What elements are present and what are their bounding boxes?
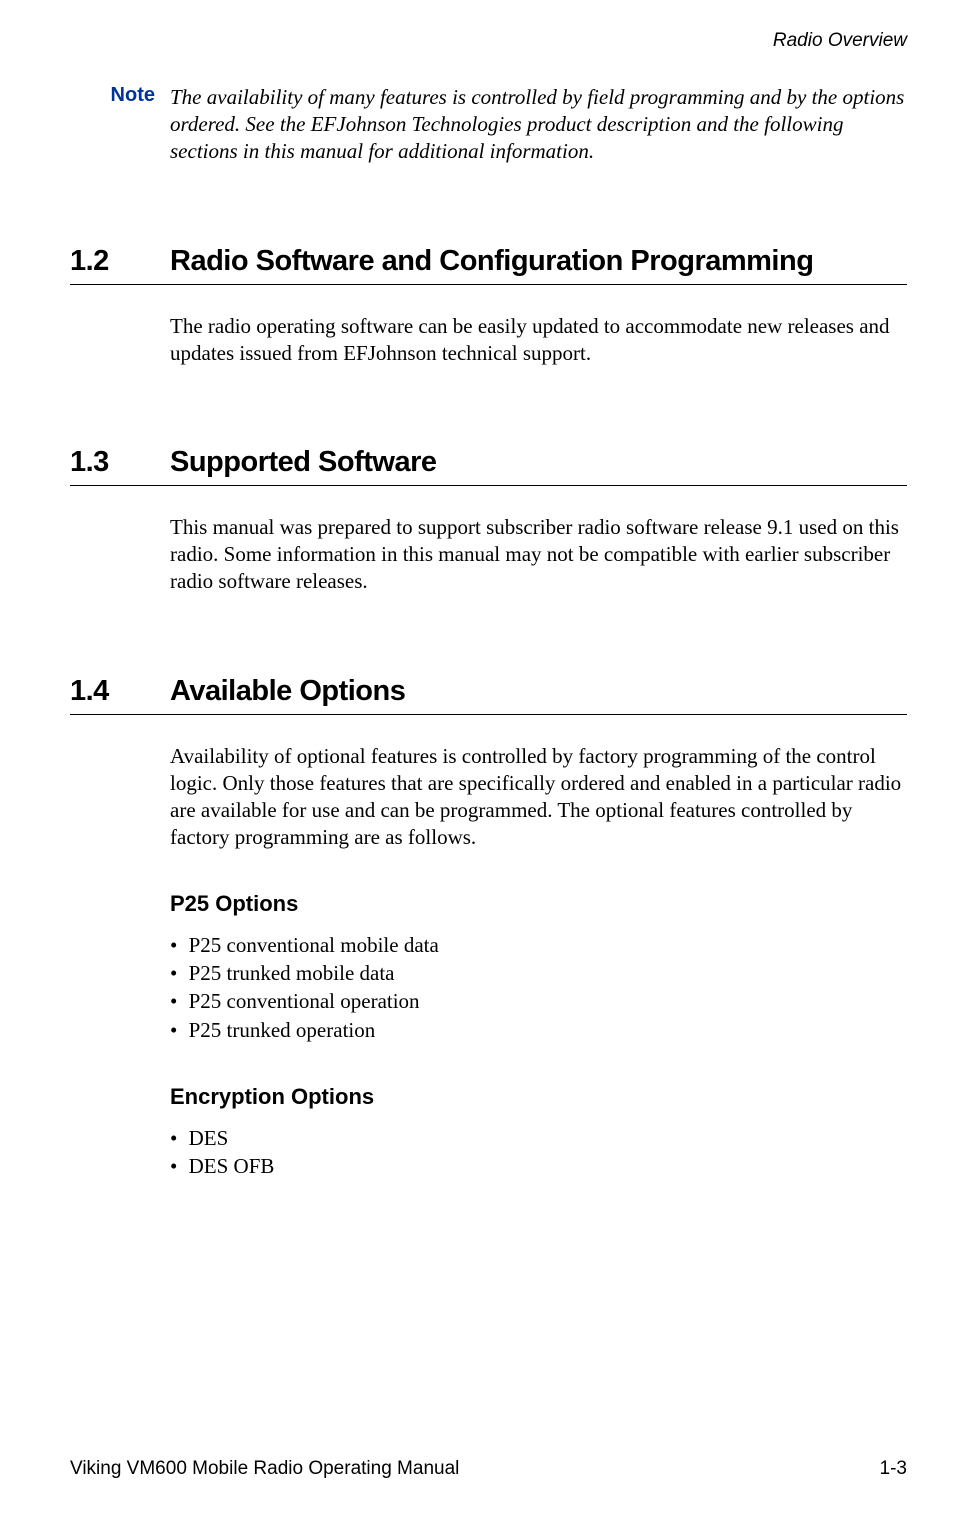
footer: Viking VM600 Mobile Radio Operating Manu…: [70, 1458, 907, 1480]
section-number: 1.3: [70, 446, 170, 479]
list-item: P25 conventional mobile data: [170, 931, 907, 959]
section-title: Available Options: [170, 675, 405, 708]
section-body: Availability of optional features is con…: [170, 743, 907, 851]
footer-page-number: 1-3: [880, 1458, 907, 1480]
section-1-4: 1.4 Available Options Availability of op…: [70, 675, 907, 1181]
footer-left: Viking VM600 Mobile Radio Operating Manu…: [70, 1458, 459, 1480]
section-title: Radio Software and Configuration Program…: [170, 245, 813, 278]
section-1-3: 1.3 Supported Software This manual was p…: [70, 446, 907, 595]
section-body: The radio operating software can be easi…: [170, 313, 907, 367]
sub-heading-p25: P25 Options: [170, 891, 907, 917]
note-label: Note: [95, 84, 170, 165]
section-number: 1.4: [70, 675, 170, 708]
encryption-options-list: DES DES OFB: [170, 1124, 907, 1181]
section-title: Supported Software: [170, 446, 437, 479]
list-item: P25 trunked operation: [170, 1016, 907, 1044]
section-heading: 1.2 Radio Software and Configuration Pro…: [70, 245, 907, 278]
note-text: The availability of many features is con…: [170, 84, 907, 165]
note-block: Note The availability of many features i…: [95, 84, 907, 165]
list-item: DES: [170, 1124, 907, 1152]
section-body: This manual was prepared to support subs…: [170, 514, 907, 595]
sub-heading-encryption: Encryption Options: [170, 1084, 907, 1110]
section-rule: [70, 485, 907, 486]
section-rule: [70, 284, 907, 285]
list-item: P25 trunked mobile data: [170, 959, 907, 987]
p25-options-list: P25 conventional mobile data P25 trunked…: [170, 931, 907, 1044]
section-heading: 1.4 Available Options: [70, 675, 907, 708]
list-item: DES OFB: [170, 1152, 907, 1180]
section-1-2: 1.2 Radio Software and Configuration Pro…: [70, 245, 907, 367]
list-item: P25 conventional operation: [170, 987, 907, 1015]
running-header: Radio Overview: [70, 30, 907, 52]
section-heading: 1.3 Supported Software: [70, 446, 907, 479]
section-number: 1.2: [70, 245, 170, 278]
section-rule: [70, 714, 907, 715]
